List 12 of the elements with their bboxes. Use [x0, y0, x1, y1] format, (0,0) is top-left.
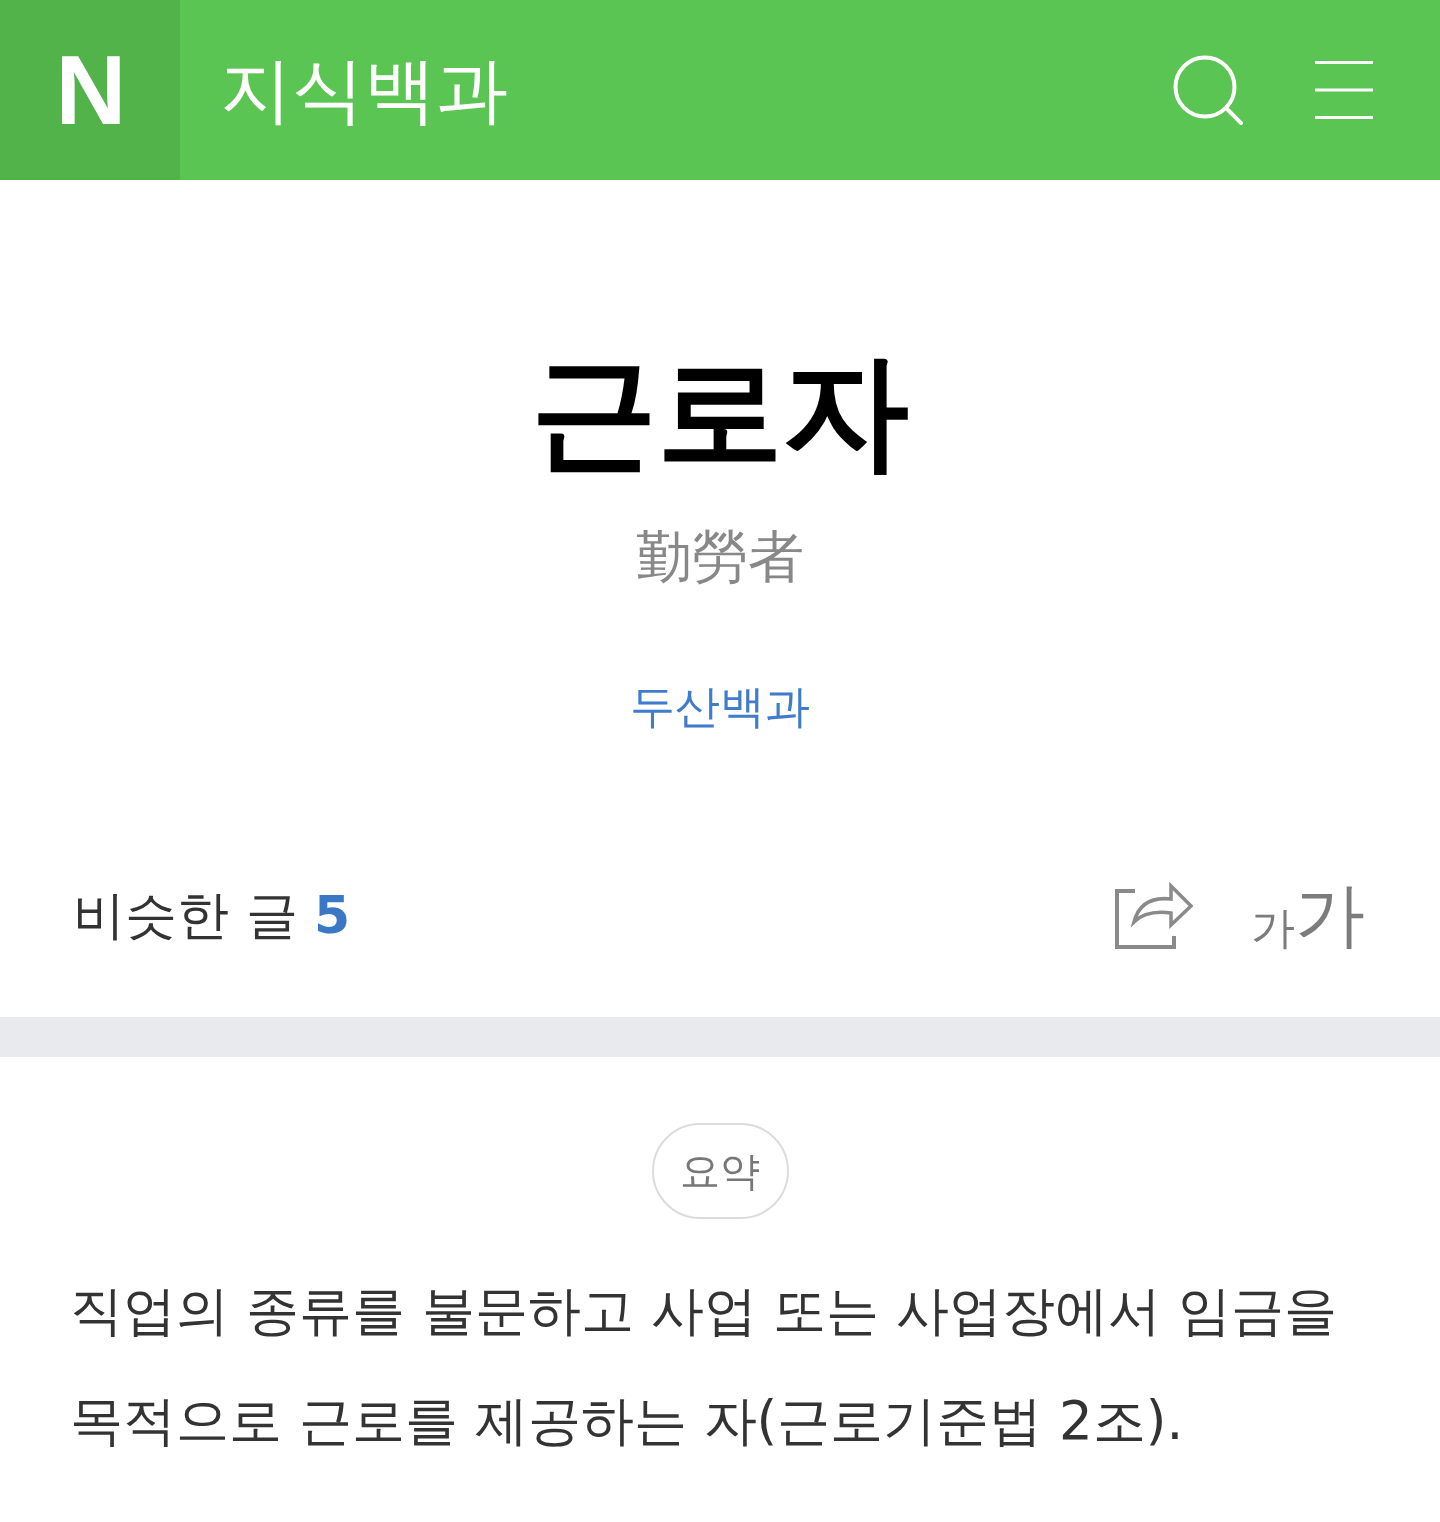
share-icon[interactable]	[1115, 881, 1193, 949]
site-title: 지식백과	[220, 54, 508, 126]
menu-icon[interactable]	[1315, 61, 1373, 119]
font-size-button[interactable]: 가가	[1251, 880, 1365, 950]
summary-text: 직업의 종류를 불문하고 사업 또는 사업장에서 임금을 목적으로 근로를 제공하는 자(근로기준법 2조).	[70, 1279, 1339, 1453]
search-icon[interactable]	[1173, 55, 1243, 125]
entry-hanja: 勤勞者	[636, 523, 804, 591]
source-link[interactable]: 두산백과	[630, 675, 810, 739]
similar-posts-link[interactable]: 비슷한 글 5	[73, 889, 351, 941]
summary-badge: 요약	[651, 1123, 789, 1219]
logo-link[interactable]: N	[0, 0, 180, 180]
entry-title: 근로자	[531, 337, 909, 487]
